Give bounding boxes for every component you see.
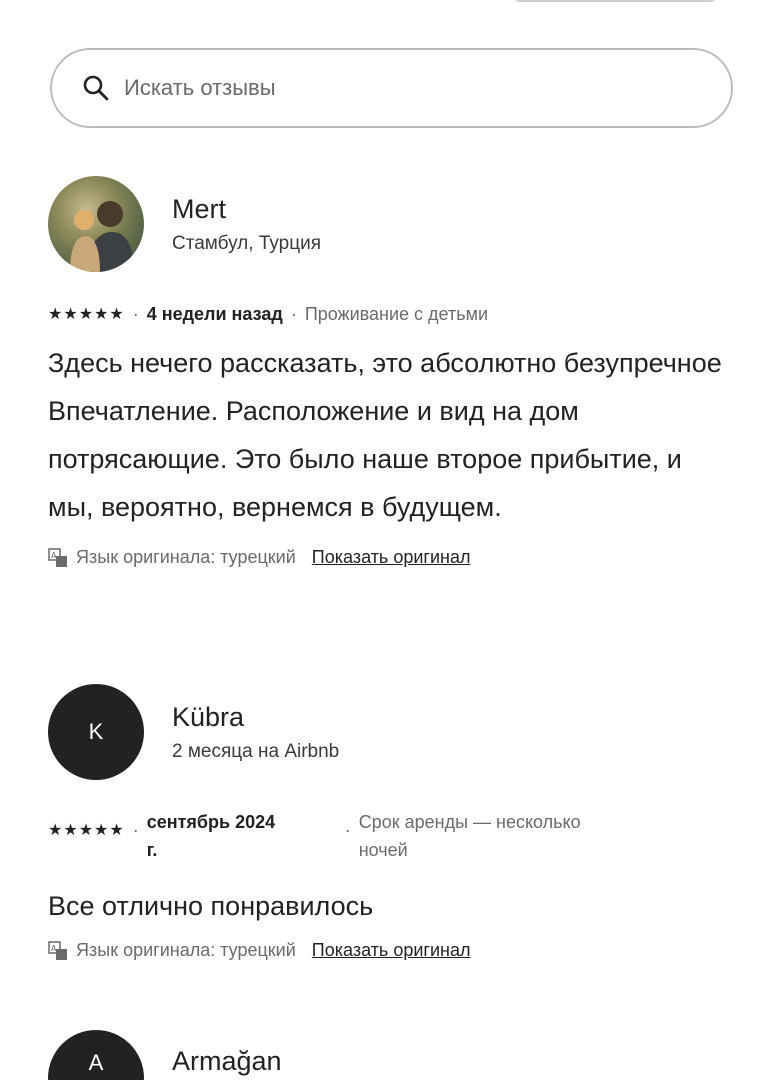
reviewer-header: A Armağan — [48, 1030, 738, 1080]
review-card: Mert Стамбул, Турция ★★★★★ · 4 недели на… — [48, 176, 738, 568]
stay-type-cont: ночей — [358, 840, 408, 860]
translate-icon: A — [48, 940, 68, 961]
separator-dot: · — [290, 304, 297, 324]
avatar-letter: A — [88, 1050, 104, 1075]
review-meta: ★★★★★ · сентябрь 2024 г. · Срок аренды —… — [48, 808, 738, 864]
reviewer-name[interactable]: Armağan — [172, 1046, 282, 1077]
search-bar[interactable] — [50, 48, 733, 128]
review-date: сентябрь 2024 — [146, 812, 276, 832]
reviewer-location: Стамбул, Турция — [172, 232, 321, 254]
review-meta: ★★★★★ · 4 недели назад · Проживание с де… — [48, 304, 738, 325]
review-text: Здесь нечего рассказать, это абсолютно б… — [48, 348, 722, 522]
review-date-suffix: г. — [146, 840, 158, 860]
review-text: Все отлично понравилось — [48, 891, 374, 921]
avatar[interactable] — [48, 176, 144, 272]
avatar[interactable]: K — [48, 684, 144, 780]
top-button-edge — [515, 0, 715, 2]
stay-type: Срок аренды — несколько — [358, 812, 581, 832]
review-date: 4 недели назад — [146, 304, 283, 324]
original-language: Язык оригинала: турецкий — [76, 547, 296, 567]
translation-note: A Язык оригинала: турецкий Показать ориг… — [48, 940, 738, 961]
translate-icon: A — [48, 547, 68, 568]
show-original-link[interactable]: Показать оригинал — [312, 547, 471, 568]
search-input[interactable] — [124, 75, 664, 101]
svg-text:A: A — [51, 944, 57, 953]
separator-dot: · — [344, 820, 351, 840]
rating-stars: ★★★★★ — [48, 306, 125, 323]
show-original-link[interactable]: Показать оригинал — [312, 940, 471, 961]
reviewer-header: Mert Стамбул, Турция — [48, 176, 738, 272]
avatar[interactable]: A — [48, 1030, 144, 1080]
rating-stars: ★★★★★ — [48, 822, 125, 839]
stay-type: Проживание с детьми — [304, 304, 489, 324]
original-language: Язык оригинала: турецкий — [76, 940, 296, 960]
separator-dot: · — [132, 304, 139, 324]
reviewer-name[interactable]: Mert — [172, 194, 321, 225]
translation-note: A Язык оригинала: турецкий Показать ориг… — [48, 547, 738, 568]
search-icon — [82, 74, 110, 102]
reviewer-name[interactable]: Kübra — [172, 702, 339, 733]
review-card: A Armağan — [48, 1030, 738, 1080]
separator-dot: · — [132, 820, 139, 840]
review-card: K Kübra 2 месяца на Airbnb ★★★★★ · сентя… — [48, 684, 738, 961]
reviewer-header: K Kübra 2 месяца на Airbnb — [48, 684, 738, 780]
avatar-letter: K — [88, 719, 104, 744]
svg-text:A: A — [51, 551, 57, 560]
reviewer-tenure: 2 месяца на Airbnb — [172, 740, 340, 762]
